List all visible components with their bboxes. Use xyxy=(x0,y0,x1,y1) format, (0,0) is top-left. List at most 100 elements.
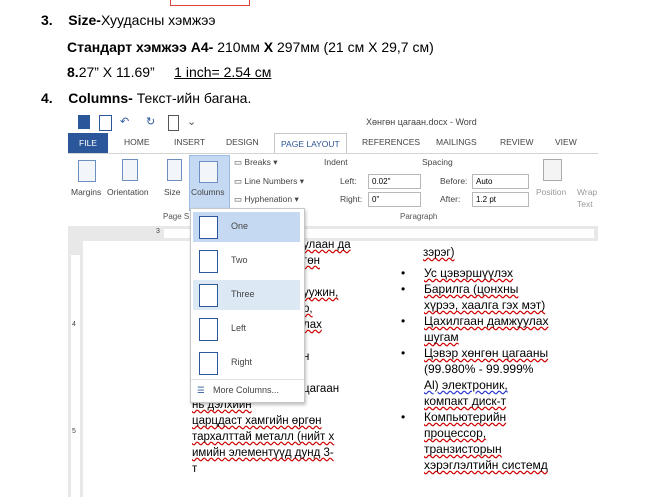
left-col-line: царцдаст хамгийн өргөн xyxy=(192,415,322,427)
bullet-icon: • xyxy=(401,314,406,328)
size-standard-line: Стандарт хэмжээ А4- 210мм X 297мм (21 см… xyxy=(67,39,434,55)
tab-view[interactable]: VIEW xyxy=(555,137,577,147)
wrap-text-label: Text xyxy=(577,199,593,209)
right-col-top-line: зэрэг) xyxy=(423,247,455,259)
column-option-left[interactable]: Left xyxy=(193,314,300,344)
margins-button[interactable]: Margins xyxy=(71,187,101,197)
new-document-icon[interactable] xyxy=(168,115,179,131)
vertical-ruler[interactable]: 4 5 xyxy=(68,241,83,497)
ribbon-tabs: FILE HOME INSERT DESIGN PAGE LAYOUT REFE… xyxy=(68,133,598,154)
size-desc: Хуудасны хэмжээ xyxy=(100,12,216,28)
tab-insert[interactable]: INSERT xyxy=(174,137,205,147)
list-item: (99.980% - 99.999% xyxy=(424,362,534,376)
columns-button[interactable]: Columns xyxy=(189,155,230,211)
tab-home[interactable]: HOME xyxy=(124,137,150,147)
columns-desc: Текст-ийн багана. xyxy=(132,90,252,106)
bullet-icon: • xyxy=(401,346,406,360)
tab-file[interactable]: FILE xyxy=(68,133,108,153)
one-column-icon xyxy=(199,216,218,239)
wrap-button[interactable]: Wrap xyxy=(577,187,597,197)
more-columns-icon: ☰ xyxy=(197,385,205,395)
column-option-one[interactable]: One xyxy=(193,212,300,242)
breaks-button[interactable]: ▭ Breaks ▾ xyxy=(234,157,278,168)
more-columns-item[interactable]: More Columns... xyxy=(213,385,279,395)
ruler-3: 3 xyxy=(156,228,160,235)
list-item: процессор, xyxy=(424,426,487,440)
word-logo-icon xyxy=(78,115,90,129)
left-col-line: гөн xyxy=(303,255,320,267)
columns-dropdown: One Two Three Left Right ☰ More Columns.… xyxy=(190,208,305,403)
columns-term: Columns- xyxy=(68,90,133,106)
orientation-button[interactable]: Orientation xyxy=(107,187,149,197)
list-item: Цэвэр хөнгөн цагааны xyxy=(424,346,549,360)
three-columns-icon xyxy=(199,284,218,307)
tab-mailings[interactable]: MAILINGS xyxy=(436,137,477,147)
title-bar: ↶ ↻ ⌄ Хөнгөн цагаан.docx - Word xyxy=(68,111,598,133)
item-4: 4. Columns- Текст-ийн багана. xyxy=(41,90,252,106)
left-col-line: улаан да xyxy=(303,239,351,251)
indent-left-input[interactable]: 0.02" xyxy=(368,174,421,189)
left-col-line: уужин, xyxy=(303,287,339,299)
ribbon: Margins Orientation Size Columns ▭ Break… xyxy=(68,153,598,227)
window-title: Хөнгөн цагаан.docx - Word xyxy=(366,117,477,127)
vruler-4: 4 xyxy=(72,321,76,328)
spacing-after-label: After: xyxy=(440,194,461,204)
column-option-two[interactable]: Two xyxy=(193,246,300,276)
list-item: хүрээ, хаалга гэх мэт) xyxy=(424,298,546,312)
indent-right-input[interactable]: 0" xyxy=(368,192,421,207)
list-item: компакт диск-т xyxy=(424,394,507,408)
redo-icon[interactable]: ↻ xyxy=(146,115,155,129)
left-col-line: лах xyxy=(303,319,322,331)
list-item: Компьютерийн xyxy=(424,410,507,424)
size-icon xyxy=(167,159,182,181)
orientation-icon xyxy=(122,159,138,181)
indent-heading: Indent xyxy=(324,157,348,167)
column-option-right[interactable]: Right xyxy=(193,348,300,378)
spacing-after-input[interactable]: 1.2 pt xyxy=(472,192,529,207)
highlight-box xyxy=(170,0,250,6)
left-col-line: имийн элементүүд дунд 3- xyxy=(192,447,334,459)
position-icon xyxy=(543,159,562,181)
tab-page-layout[interactable]: PAGE LAYOUT xyxy=(274,133,347,154)
hyphenation-button[interactable]: ▭ Hyphenation ▾ xyxy=(234,194,299,205)
paragraph-group-label: Paragraph xyxy=(400,212,438,221)
left-col-line: цагаан xyxy=(303,383,340,395)
tab-design[interactable]: DESIGN xyxy=(226,137,259,147)
left-column-icon xyxy=(199,318,218,341)
tab-references[interactable]: REFERENCES xyxy=(362,137,420,147)
bullet-icon: • xyxy=(401,266,406,280)
word-screenshot: ↶ ↻ ⌄ Хөнгөн цагаан.docx - Word FILE HOM… xyxy=(68,111,598,497)
two-columns-icon xyxy=(199,250,218,273)
spacing-before-input[interactable]: Auto xyxy=(472,174,529,189)
left-col-line: т xyxy=(192,463,198,475)
margins-icon xyxy=(78,160,96,182)
save-icon[interactable] xyxy=(99,115,112,131)
list-item: Барилга (цонхны xyxy=(424,282,519,296)
vruler-5: 5 xyxy=(72,428,76,435)
line-numbers-button[interactable]: ▭ Line Numbers ▾ xyxy=(234,176,304,187)
spacing-before-label: Before: xyxy=(440,176,468,186)
customize-qat-icon[interactable]: ⌄ xyxy=(187,115,196,129)
column-option-three[interactable]: Three xyxy=(193,280,300,310)
item-3: 3. Size-Хуудасны хэмжээ xyxy=(41,12,216,28)
spacing-heading: Spacing xyxy=(422,157,453,167)
list-item: Цахилгаан дамжуулах xyxy=(424,314,549,328)
right-column-icon xyxy=(199,352,218,375)
list-item: Ус цэвэршүүлэх xyxy=(424,266,513,280)
size-inch-line: 8.27” X 11.69” 1 inch= 2.54 см xyxy=(67,64,272,80)
list-item: транзисторын xyxy=(424,442,502,456)
bullet-icon: • xyxy=(401,410,406,424)
position-button[interactable]: Position xyxy=(536,187,566,197)
size-button[interactable]: Size xyxy=(164,187,181,197)
page-setup-group-label: Page S xyxy=(163,212,190,221)
indent-right-label: Right: xyxy=(340,194,363,204)
size-term: Size- xyxy=(68,12,101,28)
inch-conversion: 1 inch= 2.54 см xyxy=(174,64,272,80)
list-item: шугам xyxy=(424,330,459,344)
left-col-line: тархалттай металл (нийт х xyxy=(192,431,335,443)
bullet-icon: • xyxy=(401,282,406,296)
columns-icon xyxy=(199,161,218,183)
tab-review[interactable]: REVIEW xyxy=(500,137,534,147)
undo-icon[interactable]: ↶ xyxy=(120,115,129,129)
list-item: Al) электроник, xyxy=(424,378,508,392)
